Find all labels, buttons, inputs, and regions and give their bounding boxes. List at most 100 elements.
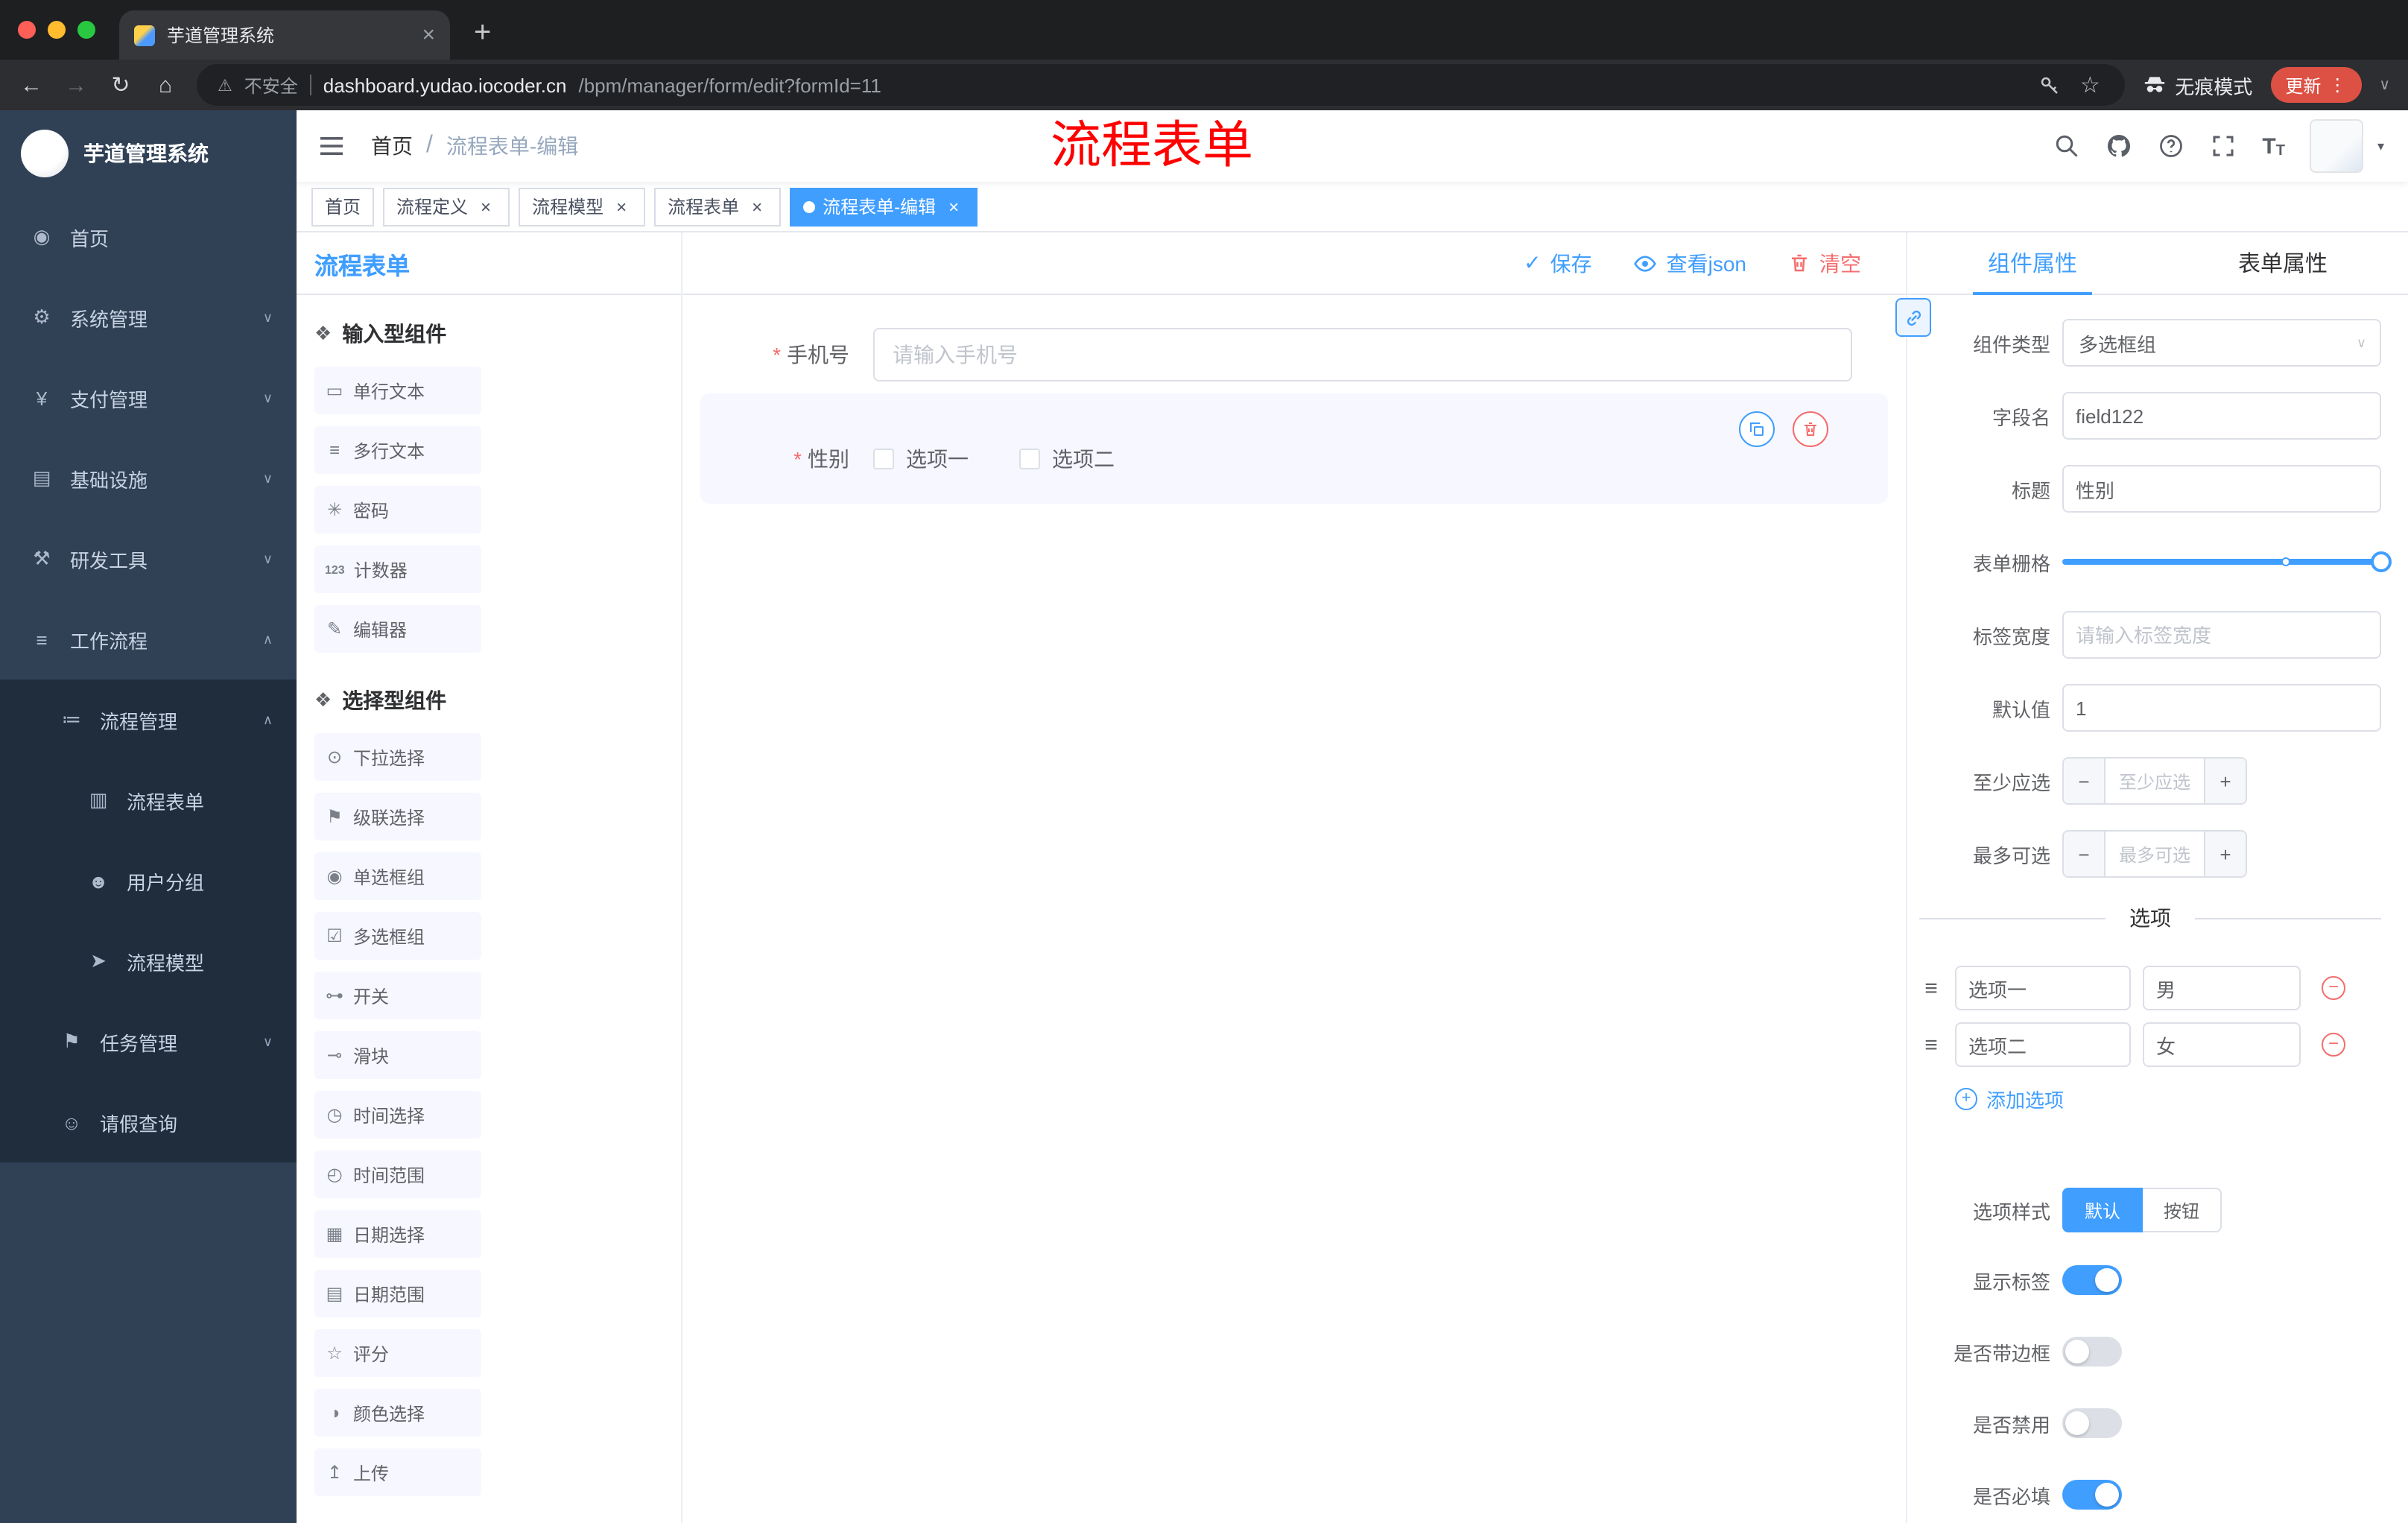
checkbox-option-1[interactable]: 选项一 xyxy=(873,444,969,474)
component-upload[interactable]: ↥ 上传 xyxy=(314,1448,481,1496)
fullscreen-icon[interactable] xyxy=(2210,133,2237,159)
component-type-select[interactable]: 多选框组 ∨ xyxy=(2062,319,2381,367)
component-date-range[interactable]: ▤ 日期范围 xyxy=(314,1270,481,1317)
delete-field-button[interactable] xyxy=(1793,411,1828,447)
address-bar[interactable]: ⚠ 不安全 dashboard.yudao.iocoder.cn /bpm/ma… xyxy=(197,64,2125,106)
component-checkbox[interactable]: ☑ 多选框组 xyxy=(314,912,481,960)
form-canvas[interactable]: 手机号 性别 xyxy=(682,295,1906,1523)
sidebar-item-process-form[interactable]: ▥ 流程表单 xyxy=(0,760,297,840)
grid-slider[interactable] xyxy=(2062,538,2392,586)
hamburger-icon[interactable] xyxy=(320,133,347,159)
sidebar-item-workflow[interactable]: ≡ 工作流程 ∧ xyxy=(0,599,297,680)
tag-2[interactable]: 流程模型 × xyxy=(519,187,646,226)
component-color[interactable]: ◑ 颜色选择 xyxy=(314,1389,481,1437)
component-input[interactable]: ▭ 单行文本 xyxy=(314,367,481,414)
checkbox-option-2[interactable]: 选项二 xyxy=(1019,444,1115,474)
tag-1[interactable]: 流程定义 × xyxy=(383,187,510,226)
component-rate[interactable]: ☆ 评分 xyxy=(314,1329,481,1377)
toggle-off[interactable] xyxy=(2062,1337,2122,1367)
component-password[interactable]: ✳ 密码 xyxy=(314,486,481,533)
drag-handle-icon[interactable]: ≡ xyxy=(1919,1032,1943,1057)
browser-update-button[interactable]: 更新 ⋮ xyxy=(2270,67,2362,103)
component-slider[interactable]: ⊸ 滑块 xyxy=(314,1031,481,1079)
component-textarea[interactable]: ≡ 多行文本 xyxy=(314,426,481,474)
breadcrumb-home[interactable]: 首页 xyxy=(371,131,413,161)
window-close-button[interactable] xyxy=(18,21,36,39)
option-value-input[interactable] xyxy=(2143,966,2301,1010)
sidebar-item-process-model[interactable]: ➤ 流程模型 xyxy=(0,921,297,1001)
link-handle-button[interactable] xyxy=(1895,298,1931,337)
help-icon[interactable] xyxy=(2158,133,2184,159)
sidebar-item-system-mgmt[interactable]: ⚙ 系统管理 ∨ xyxy=(0,277,297,358)
max-select-placeholder[interactable]: 最多可选 xyxy=(2106,832,2204,876)
close-icon[interactable]: × xyxy=(747,196,767,217)
window-minimize-button[interactable] xyxy=(48,21,66,39)
sidebar-item-infrastructure[interactable]: ▤ 基础设施 ∨ xyxy=(0,438,297,519)
toggle-on[interactable] xyxy=(2062,1265,2122,1295)
sidebar-item-leave-query[interactable]: ☺ 请假查询 xyxy=(0,1082,297,1162)
style-default-button[interactable]: 默认 xyxy=(2062,1188,2144,1232)
caret-down-icon[interactable]: ▾ xyxy=(2377,138,2384,154)
search-icon[interactable] xyxy=(2053,133,2080,159)
key-icon[interactable] xyxy=(2038,74,2065,96)
sidebar-item-dev-tools[interactable]: ⚒ 研发工具 ∨ xyxy=(0,519,297,599)
component-cascader[interactable]: ⚑ 级联选择 xyxy=(314,793,481,840)
github-icon[interactable] xyxy=(2106,133,2132,159)
clear-button[interactable]: 清空 xyxy=(1788,248,1861,278)
component-time-range[interactable]: ◴ 时间范围 xyxy=(314,1150,481,1198)
option-value-input[interactable] xyxy=(2143,1022,2301,1067)
reload-icon[interactable]: ↻ xyxy=(107,72,134,98)
new-tab-button[interactable]: + xyxy=(474,16,491,51)
bookmark-star-icon[interactable]: ☆ xyxy=(2076,72,2103,98)
min-select-placeholder[interactable]: 至少应选 xyxy=(2106,759,2204,803)
default-value-input[interactable] xyxy=(2062,684,2381,732)
option-label-input[interactable] xyxy=(1955,966,2131,1010)
sidebar-item-process-mgmt[interactable]: ≔ 流程管理 ∧ xyxy=(0,680,297,760)
sidebar-item-user-group[interactable]: ☻ 用户分组 xyxy=(0,840,297,921)
close-icon[interactable]: × xyxy=(611,196,632,217)
option-label-input[interactable] xyxy=(1955,1022,2131,1067)
chevron-down-icon[interactable]: ∨ xyxy=(2379,77,2390,93)
toggle-on[interactable] xyxy=(2062,1480,2122,1510)
canvas-field-gender-selected[interactable]: 性别 选项一 选项二 xyxy=(700,393,1888,504)
increase-button[interactable]: + xyxy=(2204,832,2246,876)
browser-tab[interactable]: 芋道管理系统 × xyxy=(119,10,450,60)
tab-component-props[interactable]: 组件属性 xyxy=(1907,232,2158,295)
component-select[interactable]: ⊙ 下拉选择 xyxy=(314,733,481,781)
add-option-button[interactable]: + 添加选项 xyxy=(1955,1085,2381,1113)
remove-option-icon[interactable]: − xyxy=(2322,1033,2345,1057)
component-number[interactable]: 123 计数器 xyxy=(314,545,481,593)
decrease-button[interactable]: − xyxy=(2064,759,2106,803)
sidebar-item-payment-mgmt[interactable]: ¥ 支付管理 ∨ xyxy=(0,358,297,438)
component-time[interactable]: ◷ 时间选择 xyxy=(314,1091,481,1139)
phone-input[interactable] xyxy=(873,328,1852,381)
tab-close-icon[interactable]: × xyxy=(422,23,435,45)
font-size-icon[interactable]: TT xyxy=(2262,133,2285,159)
security-label[interactable]: 不安全 xyxy=(244,72,298,98)
component-date[interactable]: ▦ 日期选择 xyxy=(314,1210,481,1258)
tag-3[interactable]: 流程表单 × xyxy=(654,187,782,226)
back-icon[interactable]: ← xyxy=(18,72,45,98)
save-button[interactable]: ✓ 保存 xyxy=(1524,248,1591,278)
component-editor[interactable]: ✎ 编辑器 xyxy=(314,605,481,653)
title-input[interactable] xyxy=(2062,465,2381,513)
tag-0[interactable]: 首页 xyxy=(311,187,375,226)
slider-handle[interactable] xyxy=(2371,551,2392,572)
close-icon[interactable]: × xyxy=(943,196,964,217)
style-button-button[interactable]: 按钮 xyxy=(2143,1188,2222,1232)
component-switch[interactable]: ⊶ 开关 xyxy=(314,972,481,1019)
view-json-button[interactable]: 查看json xyxy=(1634,248,1746,278)
toggle-off[interactable] xyxy=(2062,1408,2122,1438)
remove-option-icon[interactable]: − xyxy=(2322,976,2345,1000)
decrease-button[interactable]: − xyxy=(2064,832,2106,876)
label-width-input[interactable] xyxy=(2062,611,2381,659)
component-radio[interactable]: ◉ 单选框组 xyxy=(314,852,481,900)
tab-form-props[interactable]: 表单属性 xyxy=(2158,232,2408,294)
home-icon[interactable]: ⌂ xyxy=(152,72,179,98)
field-name-input[interactable] xyxy=(2062,392,2381,440)
sidebar-item-task-mgmt[interactable]: ⚑ 任务管理 ∨ xyxy=(0,1001,297,1082)
increase-button[interactable]: + xyxy=(2204,759,2246,803)
drag-handle-icon[interactable]: ≡ xyxy=(1919,975,1943,1001)
forward-icon[interactable]: → xyxy=(63,72,89,98)
canvas-field-phone[interactable]: 手机号 xyxy=(700,328,1888,381)
